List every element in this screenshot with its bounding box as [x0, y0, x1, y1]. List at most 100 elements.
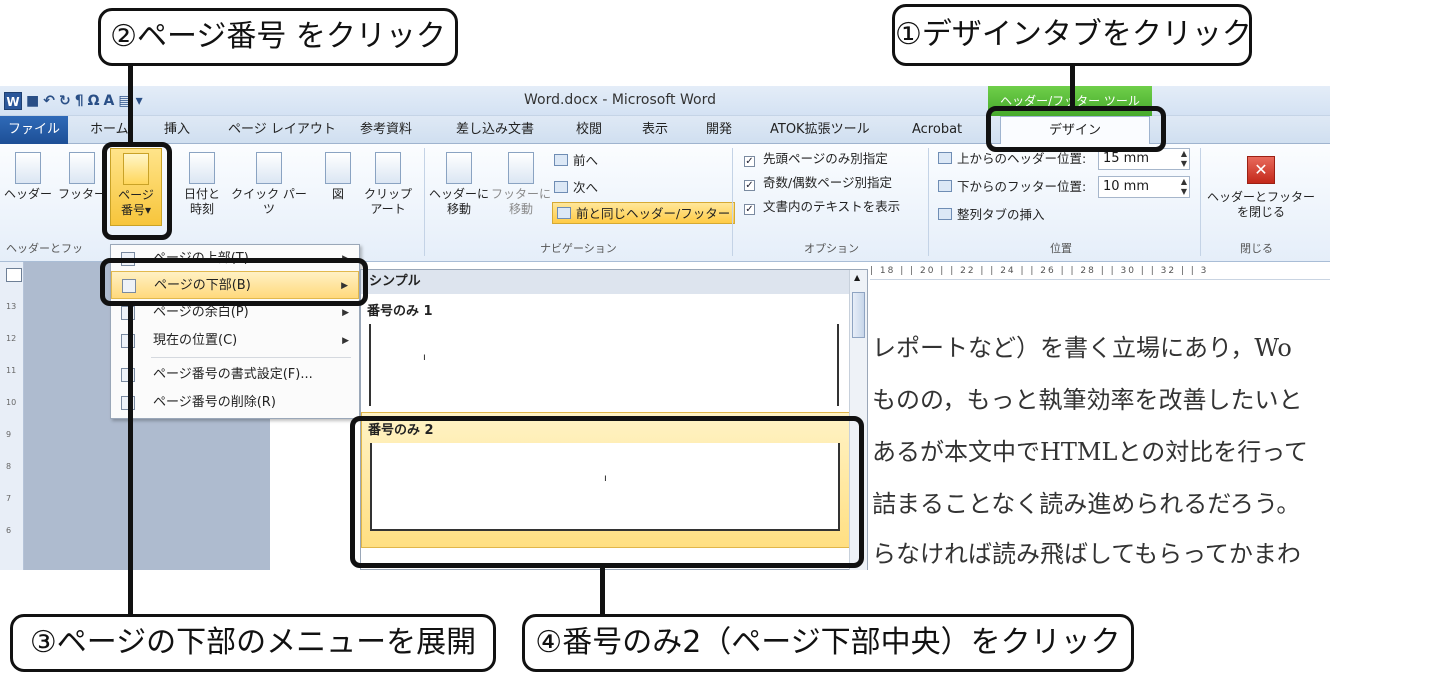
quick-parts-button[interactable]: クイック パーツ [226, 152, 312, 217]
menu-item-label: ページ番号の削除(R) [153, 395, 276, 410]
scrollbar-thumb[interactable] [852, 292, 865, 338]
ruler-mark: 11 [6, 366, 17, 375]
tab-view[interactable]: 表示 [642, 116, 668, 144]
menu-item-current-position[interactable]: 現在の位置(C) ▶ [111, 327, 359, 355]
close-icon: ✕ [1247, 156, 1275, 184]
group-separator [1200, 148, 1201, 256]
tab-insert[interactable]: 挿入 [164, 116, 190, 144]
different-odd-even-checkbox[interactable]: ✓ 奇数/偶数ページ別指定 [744, 172, 892, 194]
footer-position-value: 10 mm [1103, 179, 1150, 194]
checkbox-checked-icon: ✓ [744, 180, 755, 191]
group-separator [424, 148, 425, 256]
go-to-footer-label-line1: フッターに [490, 187, 551, 201]
group-label-header-footer: ヘッダーとフッ [6, 242, 83, 255]
symbol-icon[interactable]: Ω [88, 91, 100, 111]
tab-developer[interactable]: 開発 [706, 116, 732, 144]
menu-item-remove-page-numbers[interactable]: ページ番号の削除(R) [111, 389, 359, 417]
checkbox-checked-icon: ✓ [744, 204, 755, 215]
menu-item-format-page-numbers[interactable]: ページ番号の書式設定(F)... [111, 361, 359, 389]
footer-position-label: 下からのフッター位置: [957, 179, 1087, 194]
tab-selector[interactable] [6, 268, 22, 282]
menu-separator [151, 357, 351, 358]
date-time-label-line1: 日付と [183, 187, 220, 201]
redo-icon[interactable]: ↻ [59, 91, 71, 111]
highlight-page-number-button [102, 142, 172, 240]
quick-parts-icon [256, 152, 282, 184]
horizontal-ruler: | 18 | | 20 | | 22 | | 24 | | 26 | | 28 … [870, 262, 1330, 280]
footer-position-spinner[interactable]: 10 mm ▲ ▼ [1098, 176, 1190, 198]
document-text-line: らなければ読み飛ばしてもらってかまわ [872, 540, 1301, 568]
header-position-icon [938, 152, 952, 164]
ruler-mark: 7 [6, 494, 12, 503]
show-document-text-label: 文書内のテキストを表示 [763, 199, 901, 214]
save-icon[interactable]: ■ [26, 91, 39, 111]
ruler-mark: 12 [6, 334, 17, 343]
callout-step-1: ①デザインタブをクリック [892, 4, 1252, 66]
go-to-footer-label-line2: 移動 [508, 202, 533, 216]
next-label: 次へ [573, 180, 599, 195]
tab-page-layout[interactable]: ページ レイアウト [228, 116, 336, 144]
pilcrow-icon[interactable]: ¶ [75, 91, 84, 111]
header-button[interactable]: ヘッダー [4, 152, 52, 202]
vertical-ruler: 13 12 11 10 9 8 7 6 [0, 262, 24, 570]
footer-button[interactable]: フッター [58, 152, 106, 202]
highlight-plain-number-2 [350, 416, 864, 568]
go-to-header-label-line1: ヘッダーに [428, 187, 489, 201]
highlight-bottom-of-page [100, 258, 368, 306]
group-label-navigation: ナビゲーション [540, 242, 617, 255]
close-header-footer-button[interactable]: ✕ ヘッダーとフッター を閉じる [1206, 152, 1316, 220]
insert-alignment-tab-button[interactable]: 整列タブの挿入 [938, 204, 1045, 226]
spinner-arrows-icon[interactable]: ▲ ▼ [1181, 177, 1187, 197]
go-to-header-button[interactable]: ヘッダーに 移動 [428, 152, 490, 217]
gallery-item-plain-number-1[interactable]: ı [369, 324, 839, 406]
tab-review[interactable]: 校閲 [576, 116, 602, 144]
close-label-line1: ヘッダーとフッター [1206, 190, 1315, 204]
picture-icon [325, 152, 351, 184]
callout-step-4: ④番号のみ2（ページ下部中央）をクリック [522, 614, 1134, 672]
tab-home[interactable]: ホーム [90, 116, 129, 144]
footer-position-icon [938, 180, 952, 192]
insert-alignment-tab-label: 整列タブの挿入 [957, 207, 1045, 222]
group-label-close: 閉じる [1240, 242, 1273, 255]
link-to-previous-button[interactable]: 前と同じヘッダー/フッター [552, 202, 736, 224]
tab-references[interactable]: 参考資料 [360, 116, 412, 144]
go-to-header-label-line2: 移動 [446, 202, 471, 216]
submenu-arrow-icon: ▶ [342, 336, 349, 346]
tab-file[interactable]: ファイル [0, 116, 68, 144]
picture-button[interactable]: 図 [318, 152, 358, 202]
date-time-button[interactable]: 日付と 時刻 [176, 152, 228, 217]
callout-connector [128, 306, 133, 616]
show-document-text-checkbox[interactable]: ✓ 文書内のテキストを表示 [744, 196, 900, 218]
tab-acrobat[interactable]: Acrobat [912, 116, 962, 144]
tab-mailings[interactable]: 差し込み文書 [456, 116, 534, 144]
group-separator [928, 148, 929, 256]
callout-step-2: ②ページ番号 をクリック [98, 8, 458, 66]
header-label: ヘッダー [4, 187, 53, 201]
page-number-marker: ı [423, 352, 426, 363]
tab-atok[interactable]: ATOK拡張ツール [770, 116, 870, 144]
different-first-page-checkbox[interactable]: ✓ 先頭ページのみ別指定 [744, 148, 888, 170]
previous-button[interactable]: 前へ [554, 150, 598, 172]
footer-icon [69, 152, 95, 184]
calendar-icon [189, 152, 215, 184]
header-icon [15, 152, 41, 184]
highlight-design-tab [986, 106, 1166, 152]
group-label-position: 位置 [1050, 242, 1072, 255]
go-to-footer-button[interactable]: フッターに 移動 [490, 152, 552, 217]
spinner-arrows-icon[interactable]: ▲ ▼ [1181, 149, 1187, 169]
next-button[interactable]: 次へ [554, 177, 598, 199]
customize-qat-icon[interactable]: ▾ [136, 91, 143, 111]
header-position-label: 上からのヘッダー位置: [957, 151, 1087, 166]
font-color-icon[interactable]: A [104, 91, 115, 111]
clip-art-button[interactable]: クリップ アート [362, 152, 414, 217]
date-time-label-line2: 時刻 [189, 202, 214, 216]
word-logo-icon[interactable]: W [4, 92, 22, 110]
clip-art-icon [375, 152, 401, 184]
footer-position-row: 下からのフッター位置: [938, 176, 1086, 198]
scroll-up-icon[interactable]: ▲ [854, 273, 860, 282]
undo-icon[interactable]: ↶ [43, 91, 55, 111]
callout-connector [1070, 66, 1075, 110]
menu-item-label: ページの余白(P) [153, 305, 249, 320]
callout-connector [128, 66, 133, 146]
ruler-mark: 8 [6, 462, 12, 471]
